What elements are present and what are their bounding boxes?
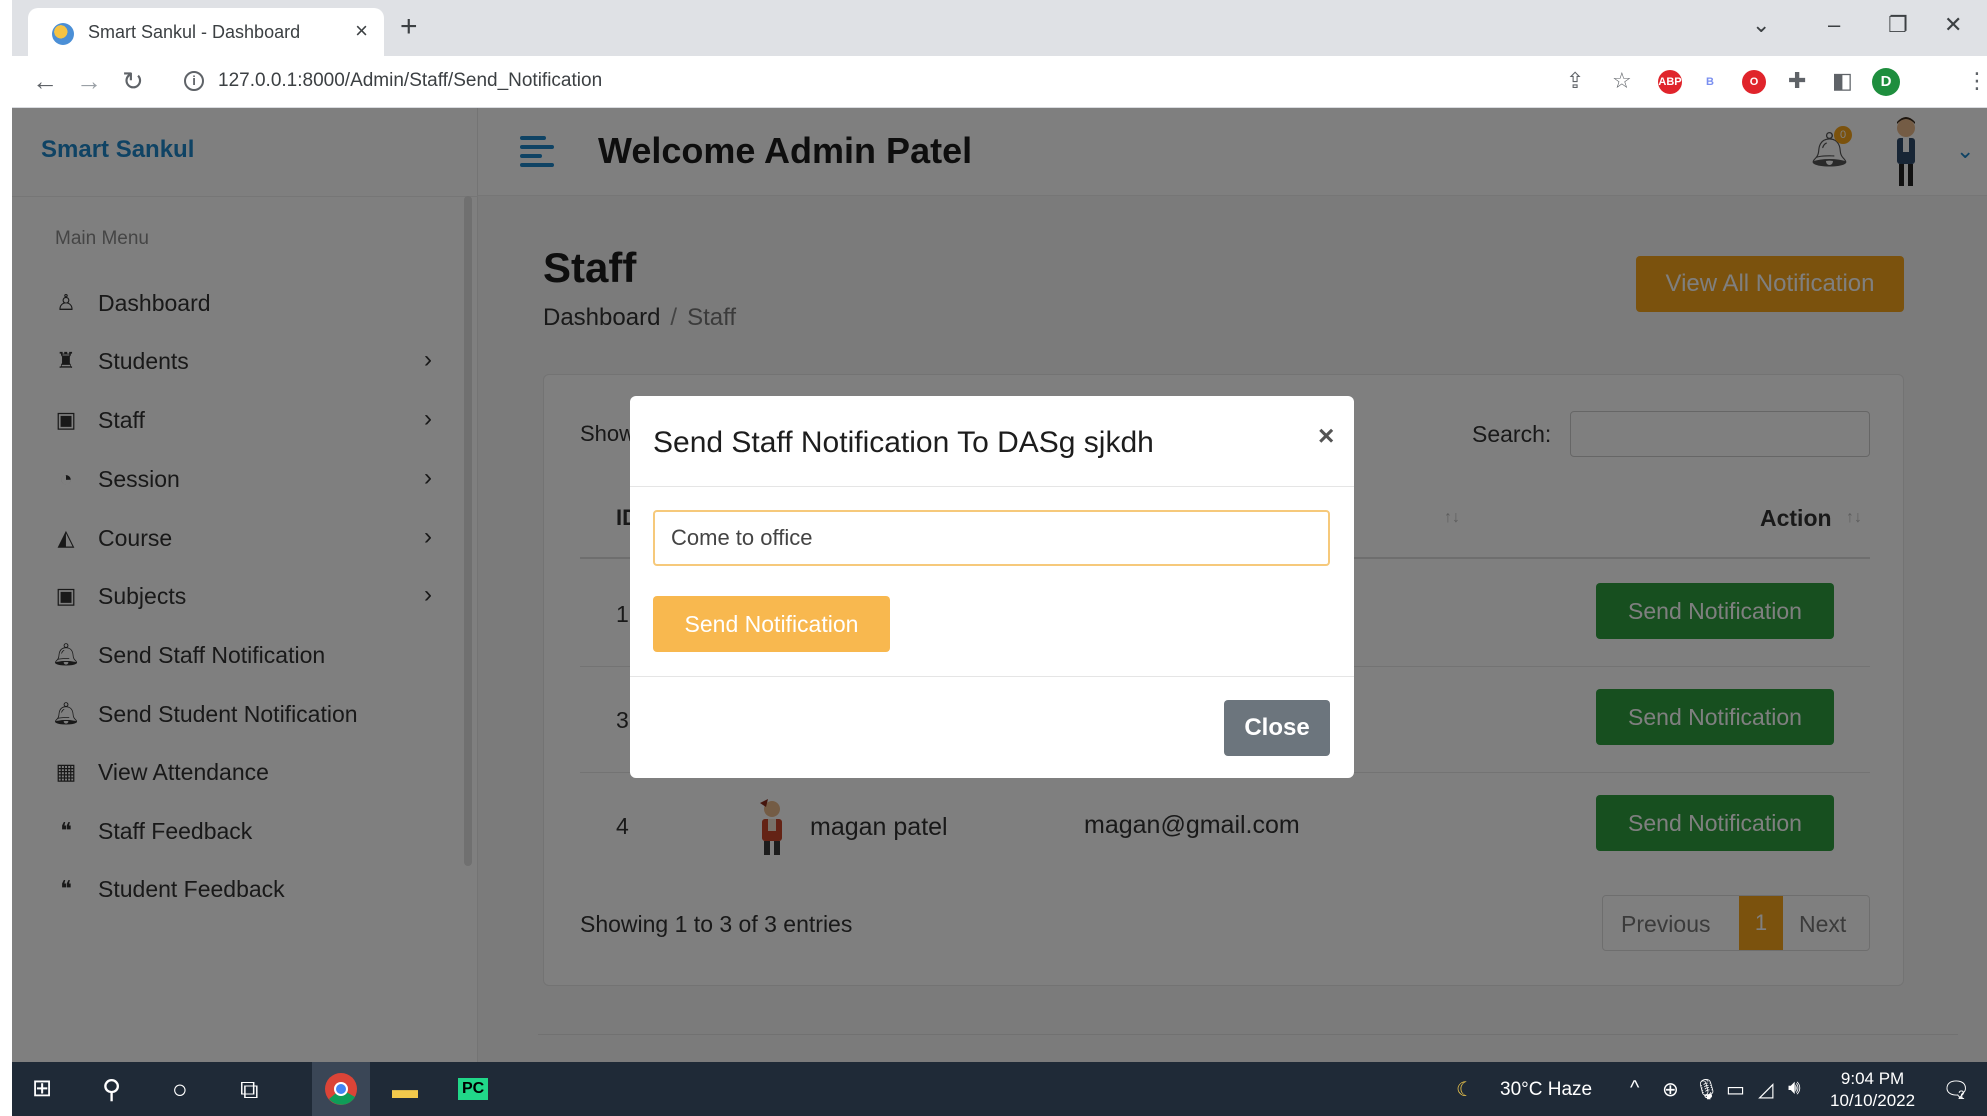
modal-title: Send Staff Notification To DASg sjkdh <box>653 426 1154 459</box>
profile-avatar[interactable]: D <box>1872 68 1900 96</box>
modal-footer-divider <box>630 676 1354 677</box>
clock-time: 9:04 PM <box>1840 1069 1905 1088</box>
task-view-icon[interactable]: ⧉ <box>240 1074 259 1106</box>
reload-icon[interactable]: ↻ <box>122 66 144 97</box>
minimize-icon[interactable]: – <box>1828 12 1840 38</box>
back-arrow-icon[interactable]: ← <box>32 66 58 97</box>
send-notification-modal: Send Staff Notification To DASg sjkdh × … <box>630 396 1354 778</box>
site-favicon-icon <box>52 23 74 45</box>
weather-text[interactable]: 30°C Haze <box>1500 1079 1592 1101</box>
side-panel-icon[interactable]: ◧ <box>1832 68 1853 94</box>
tab-search-chevron-icon[interactable]: ⌄ <box>1752 12 1770 38</box>
share-icon[interactable]: ⇪ <box>1566 68 1584 94</box>
clock-date: 10/10/2022 <box>1830 1091 1916 1110</box>
windows-taskbar: ⊞ ⚲ ○ ⧉ ▬ PC ☾ 30°C Haze ^ ⊕ 🎙︎ ▭ ◿ 🔊︎ 9… <box>12 1062 1987 1116</box>
volume-icon[interactable]: 🔊︎ <box>1788 1077 1801 1100</box>
extensions-puzzle-icon[interactable]: ✚ <box>1788 68 1806 94</box>
browser-tab[interactable]: Smart Sankul - Dashboard × <box>28 8 384 56</box>
modal-close-icon[interactable]: × <box>1318 420 1334 452</box>
adblock-extension-icon[interactable]: ABP <box>1658 70 1682 94</box>
weather-icon: ☾ <box>1456 1079 1474 1101</box>
tab-title: Smart Sankul - Dashboard <box>88 22 301 42</box>
windows-start-icon[interactable]: ⊞ <box>32 1074 52 1103</box>
microphone-icon[interactable]: 🎙︎ <box>1694 1077 1719 1102</box>
restore-icon[interactable]: ❐ <box>1888 12 1908 38</box>
window-close-icon[interactable]: ✕ <box>1944 12 1962 38</box>
url-field[interactable]: 127.0.0.1:8000/Admin/Staff/Send_Notifica… <box>218 70 602 92</box>
tab-close-icon[interactable]: × <box>355 18 368 44</box>
forward-arrow-icon[interactable]: → <box>76 66 102 97</box>
notification-message-input[interactable] <box>653 510 1330 566</box>
new-tab-icon[interactable]: + <box>400 10 418 44</box>
modal-close-button[interactable]: Close <box>1224 700 1330 756</box>
b-extension-icon[interactable]: B <box>1702 70 1718 94</box>
browser-address-bar: ← → ↻ i 127.0.0.1:8000/Admin/Staff/Send_… <box>12 56 1987 108</box>
pycharm-icon[interactable]: PC <box>458 1078 489 1100</box>
wifi-icon[interactable]: ◿ <box>1758 1077 1773 1102</box>
bookmark-star-icon[interactable]: ☆ <box>1612 68 1632 94</box>
modal-header-divider <box>630 486 1354 487</box>
cortana-icon[interactable]: ○ <box>172 1074 188 1105</box>
browser-tab-bar: Smart Sankul - Dashboard × + ⌄ – ❐ ✕ <box>12 0 1987 56</box>
tray-chevron-up-icon[interactable]: ^ <box>1630 1077 1639 1100</box>
search-icon[interactable]: ⚲ <box>102 1074 121 1105</box>
chrome-icon <box>325 1073 357 1105</box>
chrome-taskbar-button[interactable] <box>312 1062 370 1116</box>
battery-icon[interactable]: ▭ <box>1726 1077 1745 1102</box>
tray-device-icon[interactable]: ⊕ <box>1662 1077 1679 1102</box>
site-info-icon[interactable]: i <box>184 71 204 91</box>
taskbar-clock[interactable]: 9:04 PM 10/10/2022 <box>1830 1068 1915 1112</box>
opera-extension-icon[interactable]: O <box>1742 70 1766 94</box>
action-center-icon[interactable]: 🗨︎ <box>1942 1077 1970 1103</box>
browser-menu-icon[interactable]: ⋮ <box>1966 68 1987 94</box>
modal-send-notification-button[interactable]: Send Notification <box>653 596 890 652</box>
action-center-count: 2 <box>1958 1088 1965 1102</box>
file-explorer-icon[interactable]: ▬ <box>392 1074 418 1105</box>
